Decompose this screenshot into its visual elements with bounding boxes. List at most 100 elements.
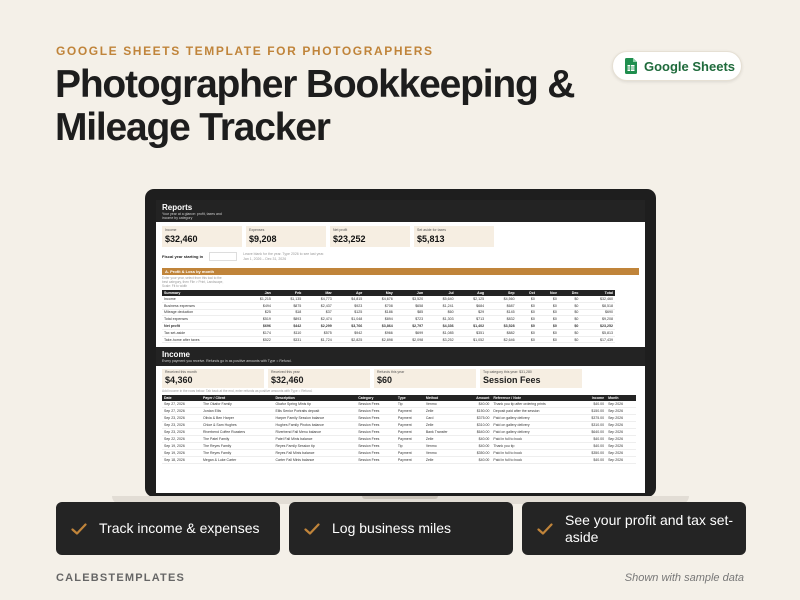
pl-cell[interactable]: $687 [486, 302, 517, 310]
income-cell[interactable]: Reyes Fall Minis balance [273, 449, 357, 458]
income-cell[interactable]: Payment [395, 456, 424, 465]
income-cell[interactable]: Sep 2026 [606, 428, 636, 437]
income-cell[interactable]: Sep 23, 2026 [162, 428, 201, 437]
pl-cell[interactable]: $8,518 [580, 302, 615, 310]
income-cell[interactable]: $40.00 [579, 435, 607, 444]
pl-cell[interactable]: $0 [536, 329, 559, 337]
pl-cell[interactable]: $331 [272, 336, 304, 344]
pl-cell[interactable]: $145 [486, 309, 517, 317]
income-cell[interactable]: Megan & Luke Carter [201, 456, 274, 465]
pl-cell[interactable]: $699 [394, 329, 426, 337]
pl-cell[interactable]: $522 [242, 336, 273, 344]
income-cell[interactable]: Venmo [423, 442, 465, 451]
income-cell[interactable]: Paid on gallery delivery [491, 428, 580, 437]
income-cell[interactable]: $40.00 [579, 442, 607, 451]
income-cell[interactable]: $640.00 [464, 428, 492, 437]
income-cell[interactable]: Tip [395, 442, 424, 451]
income-cell[interactable]: Olivia & Ben Harper [201, 414, 274, 423]
income-cell[interactable]: $40.00 [464, 442, 492, 451]
pl-cell[interactable]: $713 [455, 315, 487, 324]
income-cell[interactable]: The Reyes Family [201, 449, 274, 458]
income-cell[interactable]: Paid in full to book [491, 449, 580, 458]
pl-cell[interactable]: $186 [364, 309, 395, 317]
income-cell[interactable]: Bank Transfer [423, 428, 465, 437]
income-cell[interactable]: Sep 23, 2026 [162, 421, 201, 430]
income-cell[interactable]: Riverbend Coffee Roasters [201, 428, 274, 437]
income-cell[interactable]: Card [423, 414, 465, 423]
income-cell[interactable]: Session Fees [356, 442, 396, 451]
income-cell[interactable]: Session Fees [356, 435, 396, 444]
pl-cell[interactable]: $3,252 [425, 336, 456, 344]
income-cell[interactable]: Carter Fall Minis balance [273, 456, 357, 465]
pl-cell[interactable]: Total expenses [162, 315, 243, 324]
pl-cell[interactable]: $0 [536, 309, 559, 317]
income-cell[interactable]: Session Fees [356, 428, 396, 437]
pl-cell[interactable]: $125 [333, 309, 365, 317]
income-cell[interactable]: Payment [395, 421, 424, 430]
pl-cell[interactable]: $1,402 [455, 322, 487, 330]
pl-cell[interactable]: $1,724 [303, 336, 334, 344]
pl-cell[interactable]: $2,898 [364, 336, 395, 344]
income-cell[interactable]: Paid in full to book [491, 435, 580, 444]
pl-cell[interactable]: $0 [558, 329, 581, 337]
pl-cell[interactable]: $0 [558, 322, 581, 330]
income-cell[interactable]: Venmo [423, 449, 465, 458]
income-cell[interactable]: Deposit paid after the session [491, 407, 580, 416]
income-cell[interactable]: $310.00 [579, 421, 607, 430]
pl-cell[interactable]: $110 [272, 329, 304, 337]
pl-cell[interactable]: $690 [580, 309, 615, 317]
income-cell[interactable]: Paid on gallery delivery [491, 421, 580, 430]
pl-cell[interactable]: $23,252 [580, 322, 615, 330]
pl-cell[interactable]: $2,646 [486, 336, 517, 344]
income-cell[interactable]: Sep 2026 [606, 456, 636, 465]
pl-cell[interactable]: $1,048 [333, 315, 365, 324]
income-cell[interactable]: Session Fees [356, 414, 396, 423]
pl-cell[interactable]: $658 [394, 302, 426, 310]
income-cell[interactable]: $40.00 [464, 456, 492, 465]
income-cell[interactable]: Sep 18, 2026 [162, 456, 201, 465]
income-cell[interactable]: Payment [395, 407, 424, 416]
pl-cell[interactable]: $494 [242, 302, 273, 310]
income-cell[interactable]: Payment [395, 449, 424, 458]
income-cell[interactable]: The Patel Family [201, 435, 274, 444]
income-cell[interactable]: Chloe & Sam Hughes [201, 421, 274, 430]
income-cell[interactable]: Session Fees [356, 449, 396, 458]
pl-cell[interactable]: $174 [242, 329, 273, 337]
income-cell[interactable]: $375.00 [464, 414, 492, 423]
pl-cell[interactable]: $875 [272, 302, 304, 310]
pl-cell[interactable]: $3,766 [333, 322, 365, 330]
income-cell[interactable]: Sep 2026 [606, 407, 636, 416]
income-cell[interactable]: $150.00 [464, 407, 492, 416]
income-cell[interactable]: Session Fees [356, 456, 396, 465]
income-cell[interactable]: Zelle [423, 407, 465, 416]
pl-cell[interactable]: $942 [333, 329, 365, 337]
income-cell[interactable]: Sep 19, 2026 [162, 442, 201, 451]
pl-cell[interactable]: Business expenses [162, 302, 243, 310]
pl-cell[interactable]: $37 [303, 309, 334, 317]
pl-cell[interactable]: $966 [364, 329, 395, 337]
fiscal-year-input[interactable] [209, 251, 238, 261]
pl-cell[interactable]: Net profit [162, 322, 243, 330]
pl-cell[interactable]: $3,864 [364, 322, 395, 330]
income-cell[interactable]: The Reyes Family [201, 442, 274, 451]
pl-cell[interactable]: $17,439 [580, 336, 615, 344]
pl-cell[interactable]: $1,241 [425, 302, 456, 310]
pl-cell[interactable]: $0 [516, 309, 537, 317]
income-cell[interactable]: Zelle [423, 435, 465, 444]
pl-cell[interactable]: $0 [536, 302, 559, 310]
pl-cell[interactable]: $0 [516, 336, 537, 344]
pl-cell[interactable]: $723 [394, 315, 426, 324]
pl-cell[interactable]: $0 [558, 309, 581, 317]
income-cell[interactable]: Patel Fall Minis balance [273, 435, 357, 444]
pl-cell[interactable]: $85 [394, 309, 426, 317]
income-cell[interactable]: $350.00 [579, 449, 607, 458]
pl-cell[interactable]: $893 [272, 315, 304, 324]
income-cell[interactable]: Sep 2026 [606, 421, 636, 430]
pl-cell[interactable]: $575 [303, 329, 334, 337]
income-cell[interactable]: $640.00 [579, 428, 607, 437]
pl-cell[interactable]: $2,437 [303, 302, 334, 310]
pl-cell[interactable]: $18 [272, 309, 304, 317]
pl-cell[interactable]: $0 [536, 336, 559, 344]
pl-cell[interactable]: $832 [486, 315, 517, 324]
pl-cell[interactable]: Tax set-aside [162, 329, 243, 337]
